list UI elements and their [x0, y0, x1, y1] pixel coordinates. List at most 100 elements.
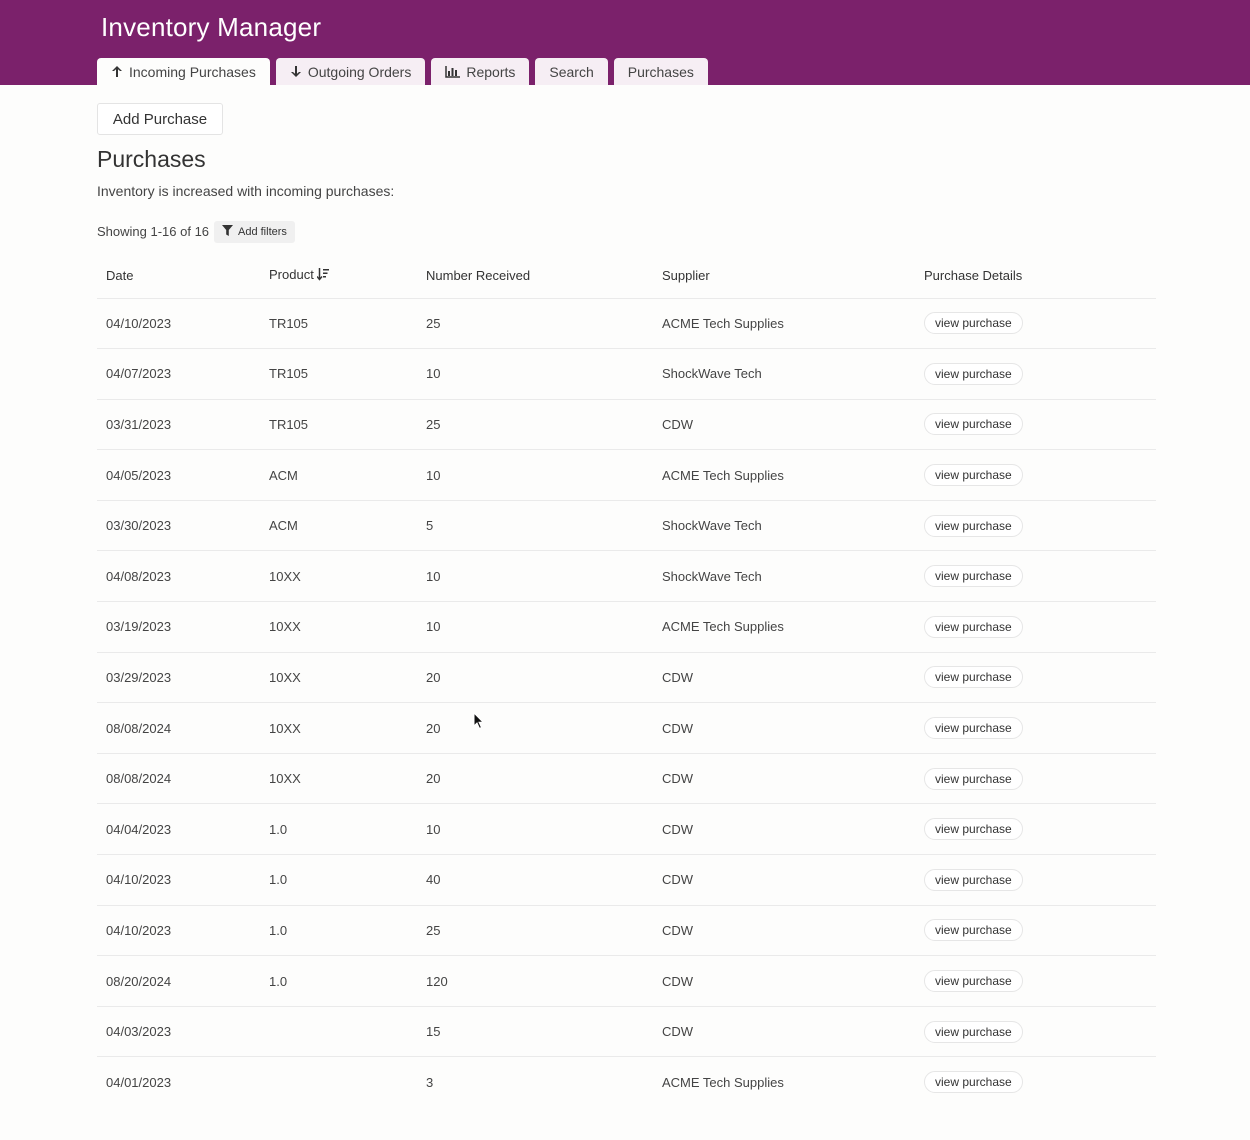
view-purchase-button[interactable]: view purchase — [924, 565, 1023, 588]
table-row: 08/08/2024 10XX 20 CDW view purchase — [97, 753, 1156, 805]
cell-product: 1.0 — [260, 905, 417, 957]
view-purchase-button[interactable]: view purchase — [924, 666, 1023, 689]
bar-chart-icon — [445, 65, 461, 78]
cell-product: 10XX — [260, 652, 417, 704]
table-row: 08/08/2024 10XX 20 CDW view purchase — [97, 702, 1156, 754]
page-subtitle: Inventory is increased with incoming pur… — [97, 183, 395, 199]
add-filters-label: Add filters — [238, 226, 287, 238]
cell-supplier: ShockWave Tech — [653, 550, 915, 603]
cell-number-received: 10 — [417, 550, 653, 603]
column-header-supplier[interactable]: Supplier — [653, 254, 915, 299]
cell-supplier: CDW — [653, 753, 915, 805]
column-header-label: Product — [269, 267, 314, 283]
cell-date: 08/08/2024 — [97, 753, 260, 805]
cell-product: 1.0 — [260, 854, 417, 906]
cell-product: 10XX — [260, 753, 417, 805]
nav-tabs: Incoming Purchases Outgoing Orders Repor… — [97, 58, 714, 85]
cell-product: TR105 — [260, 348, 417, 400]
cell-supplier: ACME Tech Supplies — [653, 449, 915, 501]
cell-date: 04/10/2023 — [97, 854, 260, 906]
tab-reports[interactable]: Reports — [431, 58, 530, 85]
view-purchase-button[interactable]: view purchase — [924, 1071, 1023, 1094]
table-row: 04/10/2023 1.0 25 CDW view purchase — [97, 905, 1156, 957]
tab-label: Outgoing Orders — [307, 63, 412, 80]
cell-supplier: ACME Tech Supplies — [653, 601, 915, 653]
table-row: 08/20/2024 1.0 120 CDW view purchase — [97, 955, 1156, 1007]
cell-date: 04/08/2023 — [97, 550, 260, 603]
view-purchase-button[interactable]: view purchase — [924, 970, 1023, 993]
tab-outgoing-orders[interactable]: Outgoing Orders — [275, 58, 426, 85]
view-purchase-button[interactable]: view purchase — [924, 312, 1023, 335]
table-row: 04/07/2023 TR105 10 ShockWave Tech view purc… — [97, 348, 1156, 400]
column-header-number-received[interactable]: Number Received — [417, 254, 653, 299]
cell-purchase-details: view purchase — [915, 601, 1156, 653]
tab-label: Incoming Purchases — [129, 63, 256, 80]
cell-date: 04/07/2023 — [97, 348, 260, 400]
cell-purchase-details: view purchase — [915, 399, 1156, 451]
view-purchase-button[interactable]: view purchase — [924, 818, 1023, 841]
sort-descending-icon[interactable] — [316, 268, 329, 284]
column-header-date[interactable]: Date — [97, 254, 260, 299]
table-row: 04/10/2023 1.0 40 CDW view purchase — [97, 854, 1156, 906]
filter-icon — [222, 225, 233, 239]
cell-supplier: CDW — [653, 702, 915, 754]
cell-date: 04/10/2023 — [97, 298, 260, 350]
cell-number-received: 40 — [417, 854, 653, 906]
tab-incoming-purchases[interactable]: Incoming Purchases — [97, 58, 270, 85]
cell-purchase-details: view purchase — [915, 753, 1156, 805]
tab-label: Reports — [466, 63, 516, 80]
view-purchase-button[interactable]: view purchase — [924, 615, 1023, 638]
cell-date: 03/31/2023 — [97, 399, 260, 451]
tab-purchases[interactable]: Purchases — [613, 58, 708, 85]
cell-date: 04/10/2023 — [97, 905, 260, 957]
table-row: 04/08/2023 10XX 10 ShockWave Tech view purch… — [97, 550, 1156, 603]
cell-number-received: 10 — [417, 348, 653, 400]
cell-number-received: 25 — [417, 399, 653, 451]
cell-number-received: 25 — [417, 298, 653, 350]
cell-purchase-details: view purchase — [915, 449, 1156, 501]
tab-label: Search — [549, 63, 594, 80]
cell-product: ACM — [260, 449, 417, 501]
view-purchase-button[interactable]: view purchase — [924, 464, 1023, 487]
view-purchase-button[interactable]: view purchase — [924, 717, 1023, 740]
cell-date: 04/05/2023 — [97, 449, 260, 501]
view-purchase-button[interactable]: view purchase — [924, 767, 1023, 790]
cell-purchase-details: view purchase — [915, 298, 1156, 350]
table-row: 04/05/2023 ACM 10 ACME Tech Supplies view pu… — [97, 449, 1156, 501]
cell-product: 1.0 — [260, 803, 417, 856]
view-purchase-button[interactable]: view purchase — [924, 919, 1023, 942]
cell-supplier: CDW — [653, 399, 915, 451]
mouse-cursor-icon — [473, 711, 485, 735]
cell-number-received: 3 — [426, 1074, 434, 1090]
cell-product: TR105 — [260, 399, 417, 451]
view-purchase-button[interactable]: view purchase — [924, 362, 1023, 385]
view-purchase-button[interactable]: view purchase — [924, 868, 1023, 891]
cell-supplier: ShockWave Tech — [653, 348, 915, 400]
tab-label: Purchases — [627, 63, 694, 80]
view-purchase-button[interactable]: view purchase — [924, 413, 1023, 436]
cell-number-received: 5 — [417, 500, 653, 552]
cell-supplier: CDW — [653, 955, 915, 1007]
table-row: 03/30/2023 ACM 5 ShockWave Tech view purchas… — [97, 500, 1156, 552]
tab-search[interactable]: Search — [535, 58, 608, 85]
cell-date: 04/04/2023 — [97, 803, 260, 856]
table-header-row: Date Product Number Received Supplier Pu… — [97, 254, 1156, 299]
column-header-product[interactable]: Product — [260, 254, 417, 299]
pagination-summary: Showing 1-16 of 16 — [97, 224, 210, 239]
cell-purchase-details: view purchase — [915, 500, 1156, 552]
cell-supplier: ShockWave Tech — [653, 500, 915, 552]
add-purchase-button[interactable]: Add Purchase — [97, 103, 223, 135]
cell-number-received: 10 — [417, 803, 653, 856]
cell-date: 03/19/2023 — [97, 601, 260, 653]
cell-purchase-details: view purchase — [915, 1057, 1156, 1108]
cell-supplier: CDW — [653, 803, 915, 856]
cell-product: 10XX — [260, 550, 417, 603]
cell-number-received: 15 — [417, 1006, 653, 1058]
cell-number-received: 10 — [417, 601, 653, 653]
cell-date: 04/03/2023 — [97, 1006, 260, 1058]
cell-purchase-details: view purchase — [915, 803, 1156, 856]
add-filters-button[interactable]: Add filters — [214, 221, 295, 243]
view-purchase-button[interactable]: view purchase — [924, 514, 1023, 537]
app-title: Inventory Manager — [101, 12, 322, 42]
view-purchase-button[interactable]: view purchase — [924, 1020, 1023, 1043]
